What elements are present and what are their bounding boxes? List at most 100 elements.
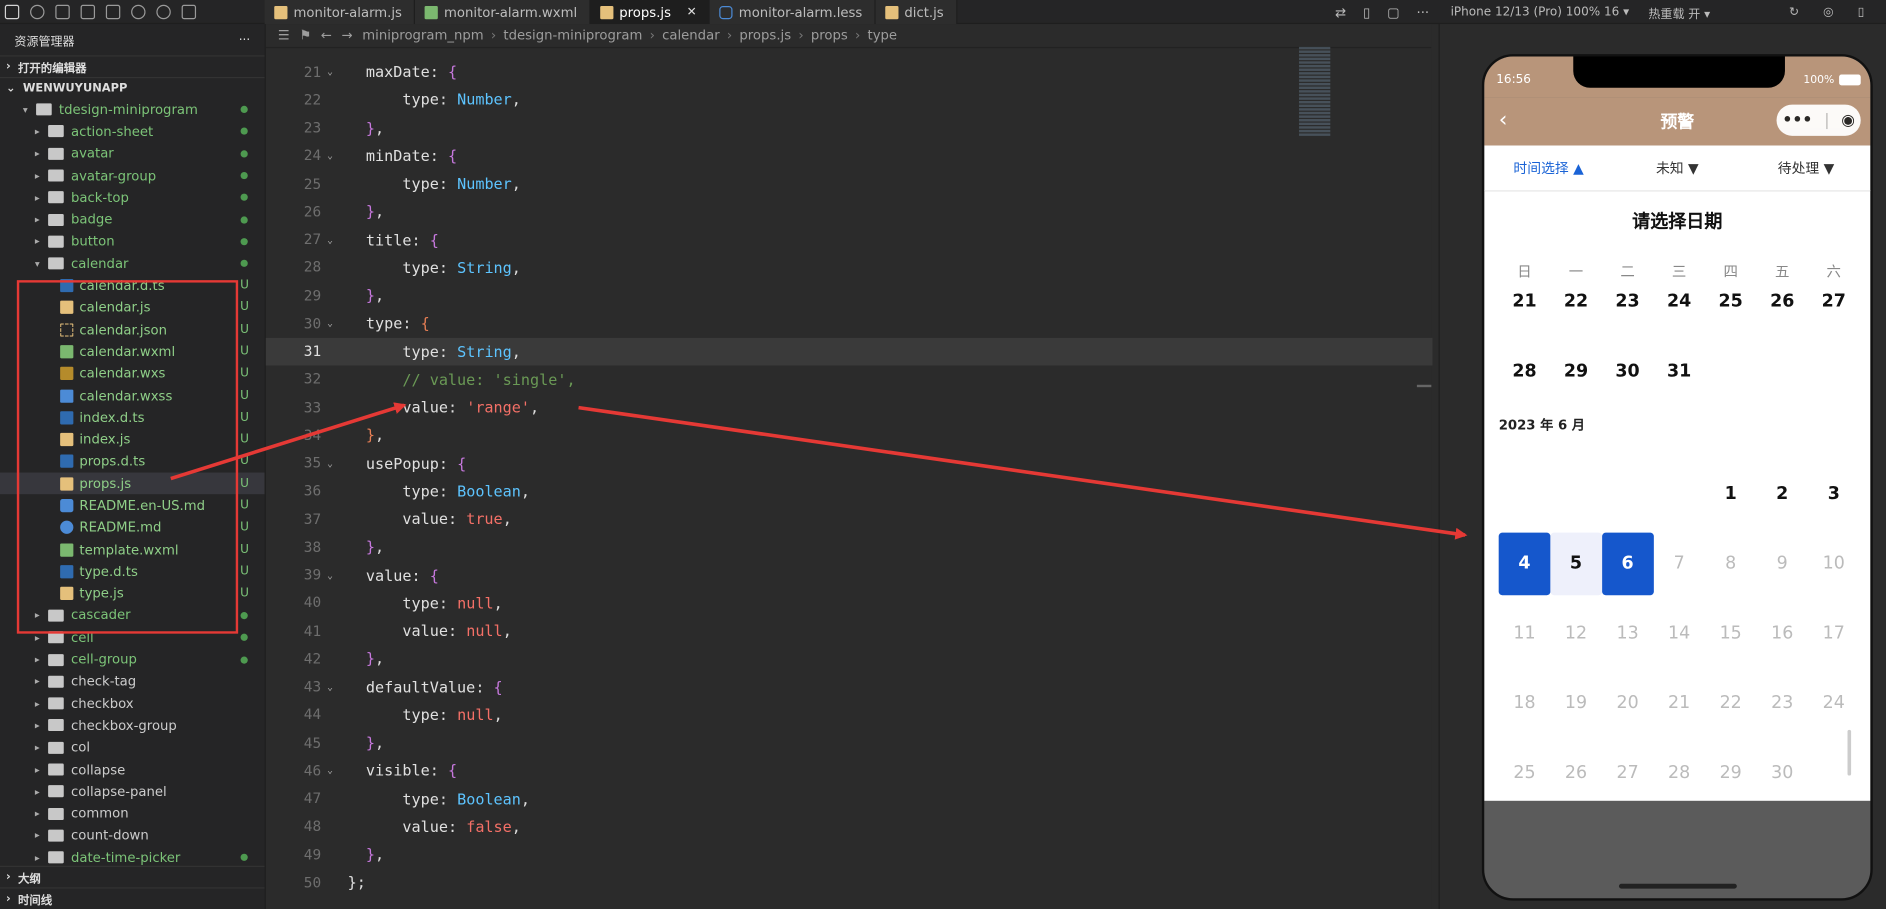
code-line[interactable]: 23 }, xyxy=(266,114,1433,142)
calendar-day[interactable]: 3 xyxy=(1808,463,1860,526)
code-line[interactable]: 36 type: Boolean, xyxy=(266,477,1433,505)
code-line[interactable]: 48 value: false, xyxy=(266,813,1433,841)
breadcrumb-item[interactable]: tdesign-miniprogram xyxy=(503,28,642,44)
device-select[interactable]: iPhone 12/13 (Pro) 100% 16 ▾ xyxy=(1451,5,1630,18)
compare-icon[interactable]: ⇄ xyxy=(1335,4,1346,20)
calendar-day[interactable]: 25 xyxy=(1705,271,1757,334)
code-line[interactable]: 45 }, xyxy=(266,729,1433,757)
tree-item[interactable]: ▸ badge xyxy=(0,209,265,231)
timeline-section[interactable]: › 时间线 xyxy=(0,887,265,909)
tab-monitor-alarm-wxml[interactable]: monitor-alarm.wxml xyxy=(415,0,591,25)
tree-item[interactable]: ▸ collapse-panel xyxy=(0,781,265,803)
outline-section[interactable]: › 大纲 xyxy=(0,865,265,888)
fold-chevron-icon[interactable]: ⌄ xyxy=(327,150,333,161)
filter-dropdown[interactable]: 待处理 ▼ xyxy=(1742,158,1871,177)
code-lines[interactable]: 21 ⌄ maxDate: {22 type: Number, 23 }, 24 ⌄ m… xyxy=(265,58,1433,897)
calendar-day[interactable]: 30 xyxy=(1756,742,1808,801)
back-arrow-icon[interactable]: ← xyxy=(321,28,332,44)
code-line[interactable]: 42 }, xyxy=(266,645,1433,673)
calendar-day[interactable]: 18 xyxy=(1499,672,1551,735)
code-line[interactable]: 30 ⌄ type: { xyxy=(266,309,1433,337)
menu-dots-icon[interactable]: ••• xyxy=(1782,111,1812,129)
calendar-day[interactable]: 8 xyxy=(1705,533,1757,596)
code-line[interactable]: 50}; xyxy=(266,868,1433,896)
close-icon[interactable]: ✕ xyxy=(687,5,697,18)
fold-chevron-icon[interactable]: ⌄ xyxy=(327,681,333,692)
code-line[interactable]: 33 value: 'range', xyxy=(266,393,1433,421)
tree-item[interactable]: ▸ collapse xyxy=(0,759,265,781)
calendar-day[interactable]: 15 xyxy=(1705,602,1757,665)
code-line[interactable]: 40 type: null, xyxy=(266,589,1433,617)
record-icon[interactable]: ◎ xyxy=(1823,5,1834,18)
tree-item[interactable]: ▸ cell-group xyxy=(0,649,265,671)
minimap[interactable] xyxy=(1299,46,1331,148)
split-editor-icon[interactable]: ▯ xyxy=(1363,4,1370,20)
fold-chevron-icon[interactable]: ⌄ xyxy=(327,234,333,245)
calendar-day[interactable]: 14 xyxy=(1653,602,1705,665)
code-line[interactable]: 29 }, xyxy=(266,281,1433,309)
calendar-day[interactable]: 31 xyxy=(1653,340,1705,403)
calendar-day[interactable]: 6 xyxy=(1601,532,1654,596)
calendar-day[interactable]: 16 xyxy=(1756,602,1808,665)
code-line[interactable]: 43 ⌄ defaultValue: { xyxy=(266,673,1433,701)
calendar-day[interactable]: 10 xyxy=(1808,533,1860,596)
code-line[interactable]: 34 }, xyxy=(266,421,1433,449)
tree-item[interactable]: ▸ avatar-group xyxy=(0,165,265,187)
fold-chevron-icon[interactable]: ⌄ xyxy=(327,318,333,329)
code-line[interactable]: 39 ⌄ value: { xyxy=(266,561,1433,589)
code-line[interactable]: 26 }, xyxy=(266,197,1433,225)
breadcrumb-item[interactable]: props.js xyxy=(739,28,791,44)
calendar-day[interactable]: 2 xyxy=(1756,463,1808,526)
filter-dropdown[interactable]: 未知 ▼ xyxy=(1613,158,1742,177)
calendar-day[interactable]: 7 xyxy=(1653,533,1705,596)
calendar-day[interactable]: 24 xyxy=(1653,271,1705,334)
fold-chevron-icon[interactable]: ⌄ xyxy=(327,458,333,469)
list-icon[interactable]: ☰ xyxy=(278,28,290,44)
search-icon[interactable] xyxy=(30,4,45,20)
calendar-day[interactable]: 19 xyxy=(1550,672,1602,735)
calendar-day[interactable]: 12 xyxy=(1550,602,1602,665)
tree-item[interactable]: ▸ check-tag xyxy=(0,671,265,693)
code-line[interactable]: 24 ⌄ minDate: { xyxy=(266,142,1433,170)
fold-chevron-icon[interactable]: ⌄ xyxy=(327,569,333,580)
calendar-day[interactable]: 4 xyxy=(1498,532,1551,596)
calendar-day[interactable]: 26 xyxy=(1756,271,1808,334)
tree-item[interactable]: ▸ checkbox-group xyxy=(0,715,265,737)
tree-item[interactable]: ▸ action-sheet xyxy=(0,121,265,143)
tree-item[interactable]: ▾ calendar xyxy=(0,253,265,275)
code-line[interactable]: 37 value: true, xyxy=(266,505,1433,533)
breadcrumb-item[interactable]: calendar xyxy=(662,28,720,44)
split-sidebar-icon[interactable] xyxy=(181,4,197,20)
calendar-day[interactable]: 13 xyxy=(1602,602,1654,665)
extensions-icon[interactable] xyxy=(80,4,96,20)
calendar-day[interactable]: 21 xyxy=(1653,672,1705,735)
tree-item[interactable]: ▸ checkbox xyxy=(0,693,265,715)
tab-props-js[interactable]: props.js ✕ xyxy=(590,0,710,25)
tree-item[interactable]: ▸ common xyxy=(0,803,265,825)
tree-item[interactable]: ▸ button xyxy=(0,231,265,253)
calendar-day[interactable]: 28 xyxy=(1653,742,1705,801)
calendar-day[interactable]: 5 xyxy=(1550,532,1602,596)
debug-icon[interactable] xyxy=(105,4,121,20)
more-icon[interactable]: ··· xyxy=(1417,4,1430,20)
calendar-scrollbar[interactable] xyxy=(1847,729,1852,776)
tab-monitor-alarm-less[interactable]: monitor-alarm.less xyxy=(709,0,876,25)
code-line[interactable]: 28 type: String, xyxy=(266,253,1433,281)
explorer-icon[interactable] xyxy=(4,4,20,20)
close-mini-program-icon[interactable]: ◉ xyxy=(1841,111,1855,129)
code-line[interactable]: 31 type: String, xyxy=(265,337,1433,366)
phone-icon[interactable]: ▯ xyxy=(1858,5,1865,18)
filter-dropdown[interactable]: 时间选择 ▲ xyxy=(1484,158,1613,177)
tab-monitor-alarm-js[interactable]: monitor-alarm.js xyxy=(264,0,416,25)
calendar-day[interactable]: 24 xyxy=(1808,672,1860,735)
project-section[interactable]: ⌄ WENWUYUNAPP xyxy=(0,76,265,99)
hot-reload-toggle[interactable]: 热重载 开 ▾ xyxy=(1648,3,1710,21)
code-line[interactable]: 21 ⌄ maxDate: { xyxy=(266,58,1433,86)
rotate-icon[interactable]: ↻ xyxy=(1789,5,1799,18)
calendar-day[interactable]: 27 xyxy=(1602,742,1654,801)
calendar-day[interactable]: 11 xyxy=(1499,602,1551,665)
calendar-day[interactable]: 9 xyxy=(1756,533,1808,596)
tree-item[interactable]: ▸ count-down xyxy=(0,825,265,847)
code-line[interactable]: 35 ⌄ usePopup: { xyxy=(266,449,1433,477)
tree-item[interactable]: ▸ col xyxy=(0,737,265,759)
